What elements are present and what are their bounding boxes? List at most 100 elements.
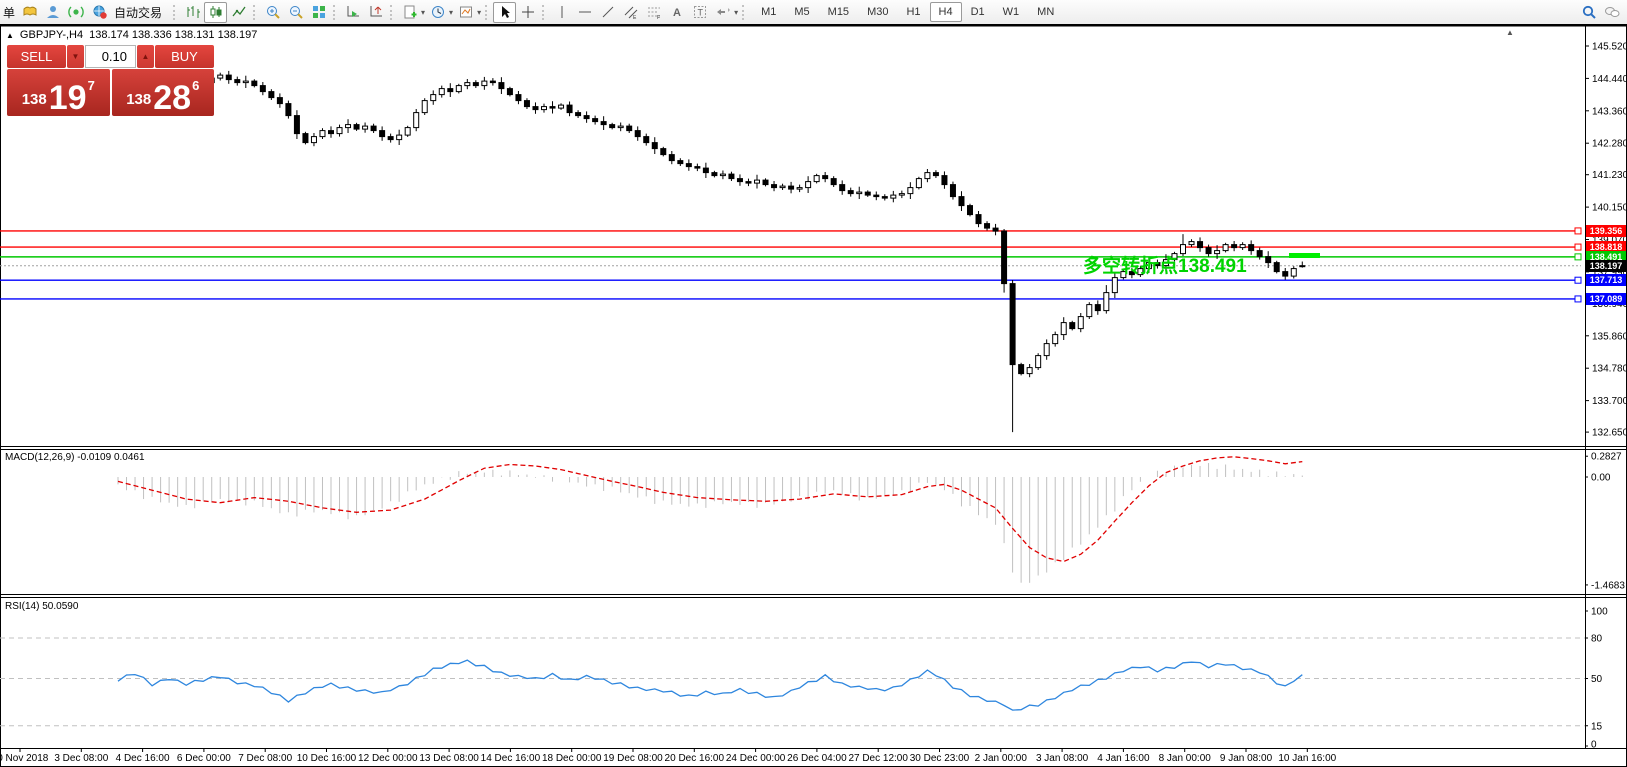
timeframe-button-m30[interactable]: M30 — [858, 2, 897, 22]
toolbar-grip — [485, 5, 489, 20]
toolbar-grip — [742, 5, 746, 20]
fibonacci-icon[interactable]: F — [642, 2, 665, 23]
svg-text:18 Dec 00:00: 18 Dec 00:00 — [542, 753, 602, 764]
toolbar-grip — [333, 5, 337, 20]
toolbar: 单 自动交易 ▾ ▾ ▾ E F A T ▾ M1M5M15M30H1H4D1W… — [0, 0, 1627, 24]
svg-text:7 Dec 08:00: 7 Dec 08:00 — [238, 753, 292, 764]
svg-text:8 Jan 00:00: 8 Jan 00:00 — [1159, 753, 1212, 764]
volume-increase-button[interactable]: ▲ — [137, 45, 154, 68]
channel-icon[interactable]: E — [619, 2, 642, 23]
bid-sup: 7 — [88, 78, 95, 93]
bid-price-box[interactable]: 138197 — [7, 69, 110, 116]
chart-window: 145.520 144.440 143.360 142.280 141.230 140.1… — [0, 24, 1627, 767]
candlestick-chart-icon[interactable] — [204, 2, 227, 23]
svg-text:144.440: 144.440 — [1592, 74, 1627, 85]
timeframe-button-m1[interactable]: M1 — [752, 2, 785, 22]
buy-button[interactable]: BUY — [155, 45, 214, 68]
ohlc-values: 138.174 138.336 138.131 138.197 — [89, 29, 257, 41]
volume-input[interactable]: 0.10 — [85, 45, 136, 68]
svg-text:24 Dec 00:00: 24 Dec 00:00 — [726, 753, 786, 764]
collapse-panel-icon[interactable]: ▲ — [6, 31, 14, 40]
templates-icon[interactable] — [454, 2, 477, 23]
svg-text:133.700: 133.700 — [1592, 396, 1627, 407]
svg-text:20 Dec 16:00: 20 Dec 16:00 — [665, 753, 725, 764]
chevron-down-icon[interactable]: ▾ — [421, 8, 425, 17]
svg-text:A: A — [673, 7, 681, 19]
toolbar-grip — [253, 5, 257, 20]
bar-chart-icon[interactable] — [181, 2, 204, 23]
timeframe-button-w1[interactable]: W1 — [994, 2, 1029, 22]
toolbar-grip — [173, 5, 177, 20]
label-icon[interactable]: T — [688, 2, 711, 23]
cursor-icon[interactable] — [493, 2, 516, 23]
new-chart-icon[interactable] — [398, 2, 421, 23]
svg-text:30 Nov 2018: 30 Nov 2018 — [0, 753, 49, 764]
book-icon[interactable] — [18, 2, 41, 23]
periods-clock-icon[interactable] — [426, 2, 449, 23]
svg-text:143.360: 143.360 — [1592, 106, 1627, 117]
svg-text:0.00: 0.00 — [1591, 473, 1611, 484]
timeframe-button-m15[interactable]: M15 — [819, 2, 858, 22]
svg-text:4 Dec 16:00: 4 Dec 16:00 — [116, 753, 170, 764]
timeframe-button-h1[interactable]: H1 — [897, 2, 929, 22]
one-click-trade-panel: SELL ▼ 0.10 ▲ BUY 138197 138286 — [7, 45, 214, 116]
svg-text:10 Jan 16:00: 10 Jan 16:00 — [1278, 753, 1336, 764]
chart-shift-marker[interactable]: ▲ — [1506, 28, 1514, 37]
svg-text:3 Dec 08:00: 3 Dec 08:00 — [54, 753, 108, 764]
timeframe-toolbar: M1M5M15M30H1H4D1W1MN — [752, 2, 1063, 22]
chevron-down-icon[interactable]: ▾ — [477, 8, 481, 17]
volume-decrease-button[interactable]: ▼ — [67, 45, 84, 68]
auto-scroll-icon[interactable] — [341, 2, 364, 23]
vertical-line-icon[interactable] — [550, 2, 573, 23]
trendline-icon[interactable] — [596, 2, 619, 23]
chart-shift-icon[interactable] — [364, 2, 387, 23]
chart-title: ▲ GBPJPY-,H4 138.174 138.336 138.131 138… — [6, 29, 257, 41]
svg-text:142.280: 142.280 — [1592, 139, 1627, 150]
timeframe-button-h4[interactable]: H4 — [930, 2, 962, 22]
svg-text:141.230: 141.230 — [1592, 170, 1627, 181]
search-icon[interactable] — [1577, 2, 1600, 23]
svg-text:140.150: 140.150 — [1592, 203, 1627, 214]
svg-text:6 Dec 00:00: 6 Dec 00:00 — [177, 753, 231, 764]
toolbar-grip — [542, 5, 546, 20]
price-line-label: 137.713 — [1586, 274, 1626, 286]
svg-text:27 Dec 12:00: 27 Dec 12:00 — [848, 753, 908, 764]
svg-text:50: 50 — [1591, 674, 1603, 685]
profile-icon[interactable] — [41, 2, 64, 23]
horizontal-line-icon[interactable] — [573, 2, 596, 23]
ask-main: 28 — [153, 84, 191, 113]
new-order-button[interactable]: 单 — [0, 4, 18, 21]
svg-text:26 Dec 04:00: 26 Dec 04:00 — [787, 753, 847, 764]
svg-text:E: E — [633, 15, 637, 20]
pivot-annotation-text[interactable]: 多空转折点138.491 — [1083, 251, 1247, 278]
chart-canvas[interactable]: 145.520 144.440 143.360 142.280 141.230 140.1… — [0, 24, 1627, 767]
chat-icon[interactable] — [1600, 2, 1623, 23]
price-line-label: 137.089 — [1586, 293, 1626, 305]
svg-text:100: 100 — [1591, 607, 1608, 618]
svg-text:10 Dec 16:00: 10 Dec 16:00 — [297, 753, 357, 764]
svg-text:13 Dec 08:00: 13 Dec 08:00 — [419, 753, 479, 764]
svg-text:T: T — [697, 8, 703, 18]
zoom-out-icon[interactable] — [284, 2, 307, 23]
highlight-line-segment[interactable] — [1289, 253, 1320, 258]
timeframe-button-mn[interactable]: MN — [1028, 2, 1063, 22]
timeframe-button-d1[interactable]: D1 — [962, 2, 994, 22]
zoom-in-icon[interactable] — [261, 2, 284, 23]
chevron-down-icon[interactable]: ▾ — [734, 8, 738, 17]
svg-text:145.520: 145.520 — [1592, 42, 1627, 53]
toolbar-grip — [390, 5, 394, 20]
tile-windows-icon[interactable] — [307, 2, 330, 23]
timeframe-button-m5[interactable]: M5 — [785, 2, 818, 22]
crosshair-icon[interactable] — [516, 2, 539, 23]
line-chart-icon[interactable] — [227, 2, 250, 23]
signal-icon[interactable] — [64, 2, 87, 23]
autotrading-button[interactable]: 自动交易 — [87, 2, 170, 23]
svg-text:132.650: 132.650 — [1592, 428, 1627, 439]
globe-icon — [92, 4, 108, 20]
shapes-icon[interactable] — [711, 2, 734, 23]
sell-button[interactable]: SELL — [7, 45, 66, 68]
chevron-down-icon[interactable]: ▾ — [449, 8, 453, 17]
ask-price-box[interactable]: 138286 — [112, 69, 215, 116]
svg-text:4 Jan 16:00: 4 Jan 16:00 — [1097, 753, 1150, 764]
text-icon[interactable]: A — [665, 2, 688, 23]
